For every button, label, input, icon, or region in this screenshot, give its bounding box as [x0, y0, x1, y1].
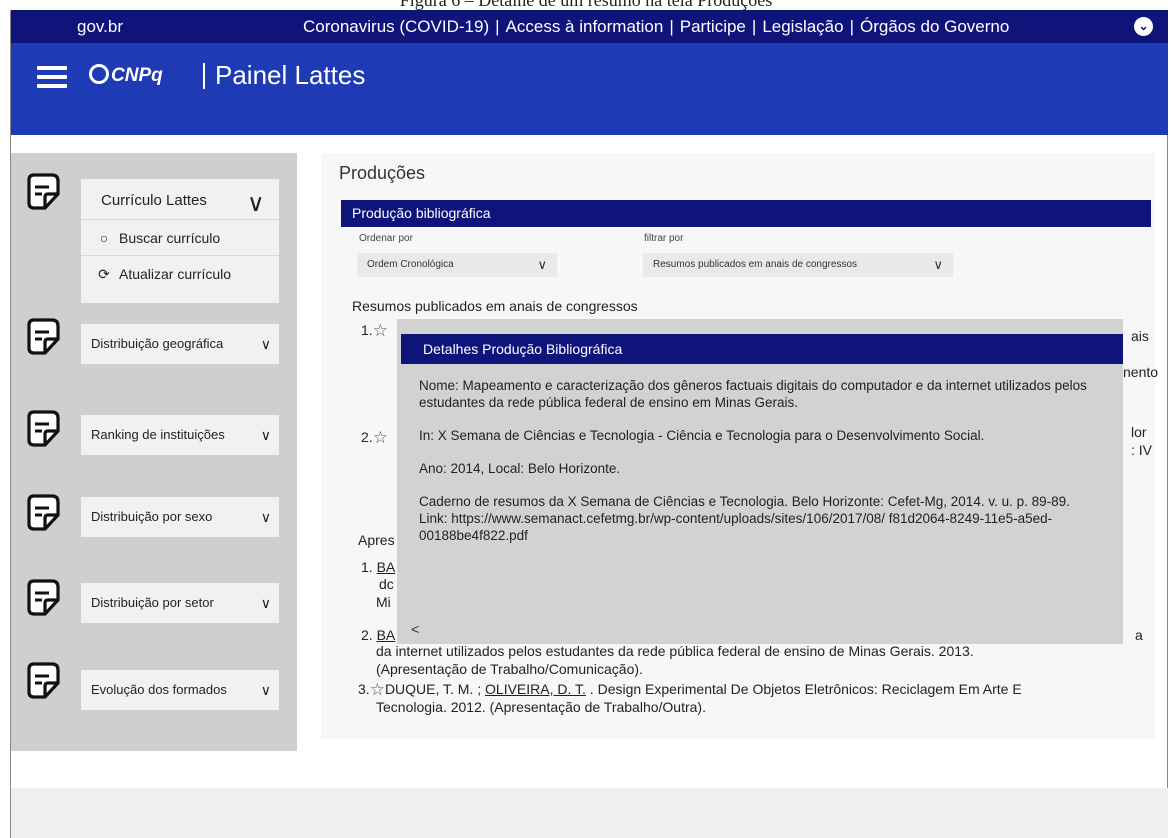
list-item-2-text-fragment: lor [1131, 424, 1147, 440]
chevron-down-icon[interactable]: ⌄ [1134, 17, 1153, 36]
author-link[interactable]: BA [377, 627, 396, 643]
list-item-1-number: 1.☆ [361, 321, 388, 340]
document-icon[interactable] [23, 493, 63, 533]
sidebar-item-evolucao-formados[interactable]: Evolução dos formados ∨ [81, 670, 279, 710]
gov-link-orgaos[interactable]: Órgãos do Governo [860, 17, 1009, 36]
chevron-down-icon: ∨ [260, 682, 271, 698]
document-icon[interactable] [23, 172, 63, 212]
gov-link[interactable]: gov.br [77, 17, 123, 37]
chevron-down-icon: ∨ [537, 257, 547, 272]
atualizar-curriculo-item[interactable]: ⟳ Atualizar currículo [81, 255, 279, 291]
document-icon[interactable] [23, 409, 63, 449]
list-item-1-text-fragment: nento [1123, 364, 1159, 380]
filter-label: filtrar por [644, 233, 684, 244]
search-icon: ○ [99, 230, 109, 246]
curriculo-menu-header[interactable]: Currículo Lattes ∨ [81, 179, 279, 219]
order-select[interactable]: Ordem Cronológica ∨ [357, 253, 557, 277]
gov-link-access[interactable]: Access à information [506, 17, 664, 36]
sidebar-item-distribuicao-setor[interactable]: Distribuição por setor ∨ [81, 583, 279, 623]
detail-in: In: X Semana de Ciências e Tecnologia - … [419, 428, 985, 443]
star-icon[interactable]: ☆ [373, 429, 388, 447]
star-icon[interactable]: ☆ [373, 322, 388, 340]
star-icon[interactable]: ☆ [370, 681, 385, 699]
producao-bibliografica-bar[interactable]: Produção bibliográfica [341, 200, 1151, 227]
sidebar-item-ranking-instituicoes[interactable]: Ranking de instituições ∨ [81, 415, 279, 455]
detail-link[interactable]: Link: https://www.semanact.cefetmg.br/wp… [419, 510, 1109, 544]
author-link[interactable]: OLIVEIRA, D. T. [485, 681, 586, 697]
document-icon[interactable] [23, 317, 63, 357]
detail-nome: Nome: Mapeamento e caracterização dos gê… [419, 378, 1087, 410]
order-label: Ordenar por [359, 233, 413, 244]
page-title: Painel Lattes [215, 60, 366, 90]
gov-links: Coronavirus (COVID-19) | Access à informat… [303, 17, 1010, 36]
chevron-down-icon: ∨ [260, 595, 271, 611]
chevron-down-icon: ∨ [260, 336, 271, 352]
details-modal: Detalhes Produção Bibliográfica Nome: Ma… [397, 319, 1123, 644]
apresentacao-item-3: 3.☆DUQUE, T. M. ; OLIVEIRA, D. T. . Desi… [358, 680, 1022, 699]
document-icon[interactable] [23, 578, 63, 618]
gov-bar: gov.br Coronavirus (COVID-19) | Access à i… [11, 10, 1168, 43]
menu-icon[interactable] [37, 66, 67, 88]
apresentacao-item-3-line: Tecnologia. 2012. (Apresentação de Traba… [376, 699, 706, 715]
figure-caption: Figura 6 – Detalhe de um resumo na tela … [399, 0, 773, 10]
detail-caderno: Caderno de resumos da X Semana de Ciênci… [419, 494, 1070, 509]
curriculo-menu: Currículo Lattes ∨ ○ Buscar currículo ⟳ Atu… [81, 179, 279, 303]
title-divider [203, 63, 205, 89]
sidebar-item-distribuicao-sexo[interactable]: Distribuição por sexo ∨ [81, 497, 279, 537]
app-header: CNPq Painel Lattes [11, 43, 1168, 135]
section-title: Produções [339, 163, 426, 183]
filter-select[interactable]: Resumos publicados em anais de congresso… [643, 253, 953, 277]
apresentacao-item-1-line: Mi [376, 594, 391, 610]
list-item-2-number: 2.☆ [361, 428, 388, 447]
gov-link-covid[interactable]: Coronavirus (COVID-19) [303, 17, 489, 36]
sidebar: Currículo Lattes ∨ ○ Buscar currículo ⟳ Atu… [11, 153, 297, 751]
apresentacao-item-2-line: (Apresentação de Trabalho/Comunicação). [376, 661, 643, 677]
chevron-down-icon: ∨ [260, 509, 271, 525]
list-heading: Resumos publicados em anais de congresso… [352, 298, 638, 314]
list-item-1-text-fragment: ais [1131, 328, 1149, 344]
apresentacao-item-1: 1. BA [361, 559, 396, 575]
apresentacao-item-2-text-fragment: a [1135, 627, 1143, 643]
detail-ano: Ano: 2014, Local: Belo Horizonte. [419, 461, 621, 476]
main-content: Produções Produção bibliográfica Ordenar… [321, 153, 1159, 739]
gov-link-legislacao[interactable]: Legislação [762, 17, 843, 36]
list-item-2-text-fragment: : IV [1131, 442, 1153, 458]
cnpq-logo: CNPq [89, 64, 163, 87]
sidebar-item-distribuicao-geografica[interactable]: Distribuição geográfica ∨ [81, 324, 279, 364]
apresentacao-item-1-line: dc [379, 576, 394, 592]
footer-band [11, 788, 1168, 838]
refresh-icon: ⟳ [98, 266, 110, 282]
gov-link-participe[interactable]: Participe [680, 17, 746, 36]
back-arrow-icon[interactable]: < [411, 621, 419, 637]
modal-body: Nome: Mapeamento e caracterização dos gê… [419, 377, 1109, 560]
modal-title: Detalhes Produção Bibliográfica [401, 334, 1123, 364]
apresentacoes-heading: Apres [358, 532, 395, 548]
buscar-curriculo-item[interactable]: ○ Buscar currículo [81, 219, 279, 255]
app-frame: gov.br Coronavirus (COVID-19) | Access à i… [10, 10, 1168, 838]
document-icon[interactable] [23, 661, 63, 701]
chevron-down-icon: ∨ [933, 257, 943, 272]
apresentacao-item-2-line: da internet utilizados pelos estudantes … [376, 643, 974, 659]
chevron-down-icon: ∨ [260, 427, 271, 443]
author-link[interactable]: BA [377, 559, 396, 575]
